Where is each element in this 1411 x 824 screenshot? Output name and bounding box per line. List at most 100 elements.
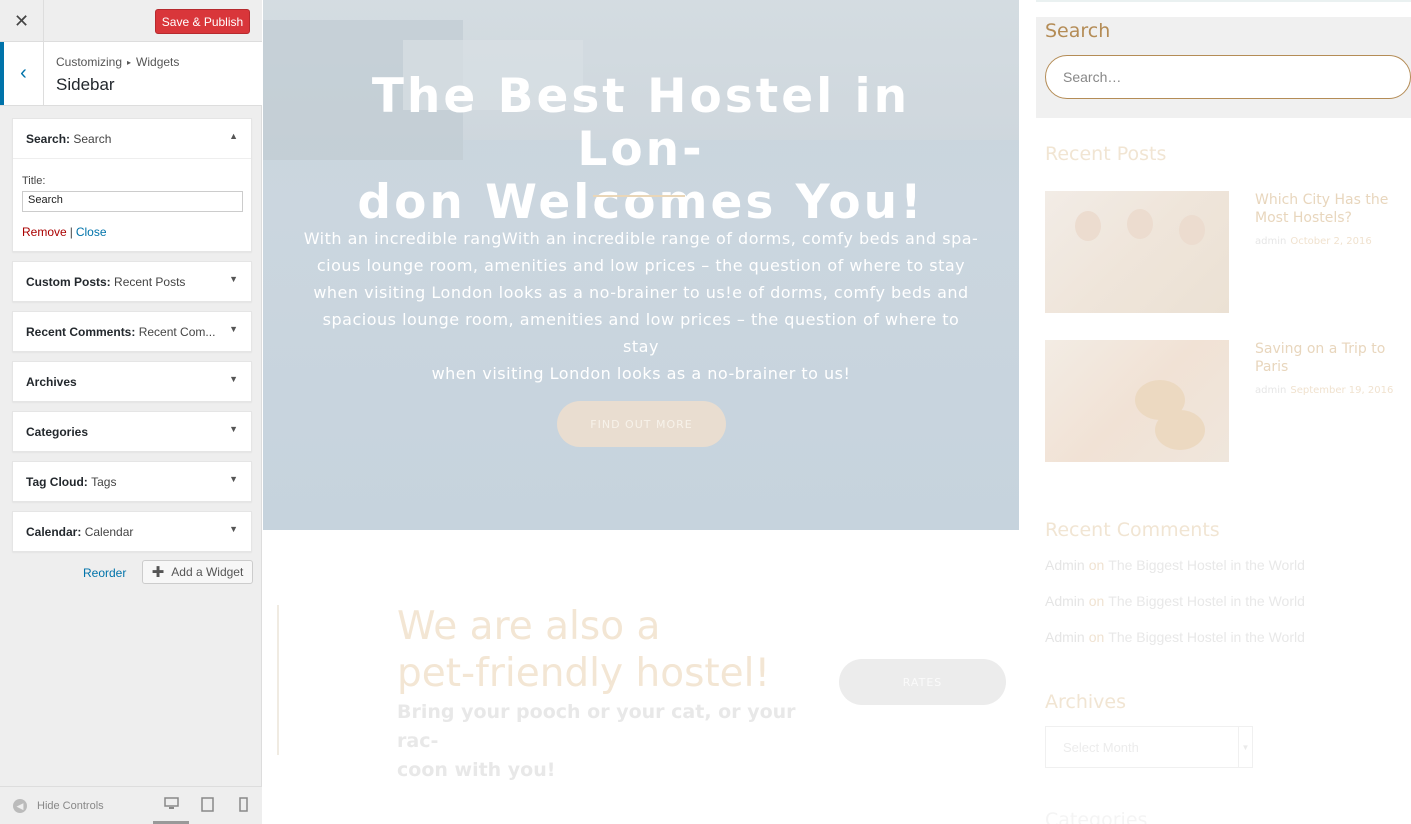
rates-button[interactable]: RATES	[839, 659, 1006, 705]
widget-actions: Remove | Close	[22, 225, 107, 239]
expand-arrow-icon[interactable]: ▼	[229, 424, 238, 434]
customizer-header: ✕ Save & Publish	[0, 0, 262, 42]
pet-subtitle-line: Bring your pooch or your cat, or your ra…	[397, 701, 796, 752]
widget-custom-posts[interactable]: Custom Posts: Recent Posts ▼	[12, 261, 252, 302]
widget-search-form: Title: Search Remove | Close	[13, 158, 251, 251]
widget-title: Calendar: Calendar	[26, 525, 216, 539]
breadcrumb-separator: ▸	[127, 58, 132, 67]
section-header: ‹ Customizing ▸ Widgets Sidebar	[0, 42, 262, 106]
customizer-footer: ◀ Hide Controls	[0, 786, 262, 824]
widget-title: Search: Search	[26, 132, 216, 146]
widget-search: Search: Search ▲ Title: Search Remove | Cl…	[12, 118, 252, 252]
widget-type: Calendar:	[26, 525, 82, 539]
chevron-down-icon: ▼	[1238, 727, 1252, 767]
photo-detail	[1127, 209, 1153, 239]
close-link[interactable]: Close	[76, 225, 107, 239]
breadcrumb-customizing: Customizing	[56, 55, 123, 69]
photo-detail	[1075, 211, 1101, 241]
widget-recent-comments[interactable]: Recent Comments: Recent Com... ▼	[12, 311, 252, 352]
save-publish-button[interactable]: Save & Publish	[155, 9, 250, 34]
comment-on: on	[1088, 593, 1105, 609]
pet-title-line: We are also a	[397, 604, 661, 649]
comment-post-link[interactable]: The Biggest Hostel in the World	[1108, 629, 1305, 645]
expand-arrow-icon[interactable]: ▼	[229, 324, 238, 334]
widget-title: Archives	[26, 375, 216, 389]
hero-title-line: don Welcomes You!	[357, 175, 925, 230]
hero-text-line: when visiting London looks as a no-brain…	[313, 283, 969, 302]
tablet-icon	[201, 797, 214, 812]
pet-subtitle: Bring your pooch or your cat, or your ra…	[397, 698, 837, 785]
comment-on: on	[1088, 557, 1105, 573]
comment-item: Admin on The Biggest Hostel in the World	[1045, 593, 1305, 609]
recent-comments-title: Recent Comments	[1045, 519, 1220, 541]
widget-instance: Tags	[91, 475, 117, 489]
sidebar-top-line	[1036, 0, 1411, 2]
hero-title: The Best Hostel in Lon- don Welcomes You…	[303, 70, 979, 229]
widget-calendar[interactable]: Calendar: Calendar ▼	[12, 511, 252, 552]
widget-type: Recent Comments:	[26, 325, 136, 339]
comment-author[interactable]: Admin	[1045, 629, 1085, 645]
collapse-arrow-icon[interactable]: ▲	[229, 131, 238, 141]
widget-title: Tag Cloud: Tags	[26, 475, 216, 489]
chevron-left-icon: ‹	[20, 62, 27, 84]
hero-text-line: when visiting London looks as a no-brain…	[431, 364, 851, 383]
comment-author[interactable]: Admin	[1045, 557, 1085, 573]
pet-section-bar	[277, 605, 279, 755]
widget-type: Search:	[26, 132, 71, 146]
widget-type: Custom Posts:	[26, 275, 111, 289]
comment-author[interactable]: Admin	[1045, 593, 1085, 609]
comment-post-link[interactable]: The Biggest Hostel in the World	[1108, 557, 1305, 573]
title-field[interactable]: Search	[22, 191, 243, 212]
actions-separator: |	[69, 225, 73, 239]
comment-on: on	[1088, 629, 1105, 645]
photo-detail	[1155, 410, 1205, 450]
widget-tag-cloud[interactable]: Tag Cloud: Tags ▼	[12, 461, 252, 502]
post-thumbnail[interactable]	[1045, 191, 1229, 313]
widget-search-header[interactable]: Search: Search ▲	[13, 119, 251, 158]
widget-instance: Recent Posts	[114, 275, 186, 289]
search-widget: Search Search…	[1036, 17, 1411, 118]
post-date[interactable]: September 19, 2016	[1290, 385, 1393, 396]
categories-title: Categories	[1045, 809, 1148, 824]
post-author[interactable]: admin	[1255, 385, 1286, 396]
post-author[interactable]: admin	[1255, 236, 1286, 247]
post-date[interactable]: October 2, 2016	[1290, 236, 1371, 247]
expand-arrow-icon[interactable]: ▼	[229, 474, 238, 484]
breadcrumb: Customizing ▸ Widgets	[56, 55, 179, 69]
hero-section: The Best Hostel in Lon- don Welcomes You…	[263, 0, 1019, 530]
post-thumbnail[interactable]	[1045, 340, 1229, 462]
mobile-preview-button[interactable]	[239, 797, 248, 815]
desktop-preview-button[interactable]	[153, 797, 189, 824]
comment-item: Admin on The Biggest Hostel in the World	[1045, 557, 1305, 573]
remove-link[interactable]: Remove	[22, 225, 67, 239]
find-out-more-button[interactable]: FIND OUT MORE	[557, 401, 726, 447]
hero-text-line: cious lounge room, amenities and low pri…	[316, 256, 966, 275]
expand-arrow-icon[interactable]: ▼	[229, 524, 238, 534]
widget-categories[interactable]: Categories ▼	[12, 411, 252, 452]
comment-item: Admin on The Biggest Hostel in the World	[1045, 629, 1305, 645]
close-customizer-button[interactable]: ✕	[0, 0, 44, 42]
hide-controls-button[interactable]: ◀ Hide Controls	[13, 799, 104, 813]
reorder-link[interactable]: Reorder	[83, 566, 126, 580]
widget-instance: Recent Com...	[138, 325, 216, 339]
add-widget-button[interactable]: ✚ Add a Widget	[142, 560, 253, 584]
post-title-link[interactable]: Saving on a Trip to Paris	[1255, 340, 1405, 376]
post-title-link[interactable]: Which City Has the Most Hostels?	[1255, 191, 1405, 227]
expand-arrow-icon[interactable]: ▼	[229, 274, 238, 284]
tablet-preview-button[interactable]	[201, 797, 214, 815]
customizer-panel: ✕ Save & Publish ‹ Customizing ▸ Widgets S…	[0, 0, 262, 824]
hero-title-line: The Best Hostel in Lon-	[371, 69, 911, 177]
mobile-icon	[239, 797, 248, 812]
search-input[interactable]: Search…	[1045, 55, 1411, 99]
pet-title: We are also a pet-friendly hostel!	[397, 603, 770, 697]
widget-archives[interactable]: Archives ▼	[12, 361, 252, 402]
plus-icon: ✚	[151, 564, 165, 581]
comment-post-link[interactable]: The Biggest Hostel in the World	[1108, 593, 1305, 609]
pet-subtitle-line: coon with you!	[397, 759, 556, 781]
widget-instance: Calendar	[84, 525, 134, 539]
recent-posts-title: Recent Posts	[1045, 143, 1167, 165]
post-meta: admin September 19, 2016	[1255, 385, 1393, 396]
back-button[interactable]: ‹	[0, 42, 44, 105]
expand-arrow-icon[interactable]: ▼	[229, 374, 238, 384]
archives-select[interactable]: Select Month ▼	[1045, 726, 1253, 768]
